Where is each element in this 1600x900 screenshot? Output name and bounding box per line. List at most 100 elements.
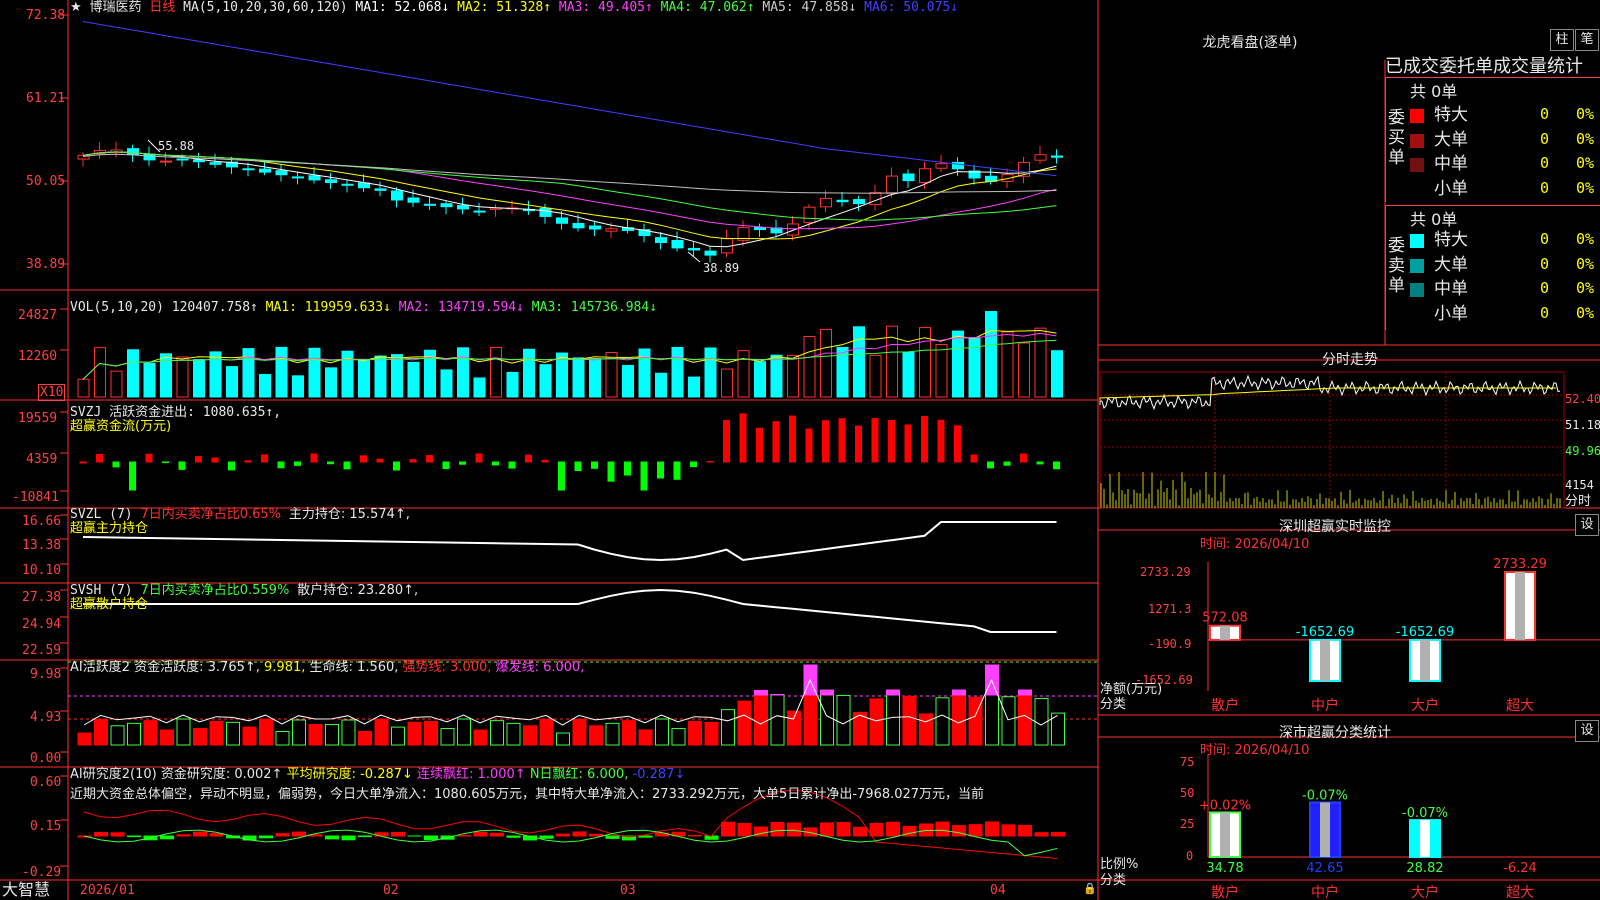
svzl-ytick-2: 13.38 (22, 538, 62, 553)
vol-ytick-1: 24827 (18, 308, 58, 323)
szc-cat-label: 分类 (1100, 873, 1127, 888)
main-ytick-2: 61.21 (26, 91, 66, 106)
sz-monitor-bar-2 (1309, 638, 1341, 682)
svsh-ytick-3: 22.59 (22, 643, 62, 658)
lock-icon[interactable]: 🔒 (1083, 881, 1097, 896)
sell-total: 共 0单 (1410, 210, 1458, 229)
svzj-bar-in (921, 415, 928, 463)
ai-active-bar-green (556, 732, 570, 746)
sz-class-value-label: 28.82 (1406, 861, 1443, 876)
x-label-jan: 2026/01 (80, 883, 135, 898)
sell-row-count: 0 (1540, 230, 1550, 248)
svzl-title: SVZL (7) (70, 507, 133, 522)
sz-class-setting-button[interactable]: 设 (1575, 720, 1599, 742)
sell-row-swatch (1410, 234, 1424, 248)
sz-monitor-date: 时间: 2026/04/10 (1200, 537, 1310, 552)
vol-ma1: MA1: 119959.633↓ (265, 300, 391, 315)
ai-research-bar (985, 821, 999, 837)
vol-bar-down (440, 369, 453, 398)
candle-body-down (589, 225, 601, 230)
ai-research-bar (94, 831, 108, 837)
ma-legend-item-3: MA3: 49.405↑ (551, 0, 653, 15)
vol-bar-down (127, 349, 139, 398)
ai-research-bar (770, 822, 785, 837)
low-mark-label: 38.89 (703, 261, 740, 275)
szc-ytick-3: 25 (1180, 817, 1195, 831)
vol-bar-down (209, 351, 222, 398)
sz-class-bar-shade (1320, 802, 1330, 857)
ai-research-bar (556, 833, 570, 837)
ai-research-bar (490, 832, 504, 837)
x-label-apr: 04 (990, 883, 1006, 898)
candle-body-down (127, 148, 139, 156)
svzj-bar-out (277, 461, 285, 469)
ai-active-bar-red (754, 689, 768, 746)
ai-research-bar (688, 834, 702, 837)
ai-active-bar-red (407, 721, 422, 746)
svzj-ytick-2: 4359 (26, 452, 58, 467)
svsh-hold: 散户持仓: 23.280↑, (297, 583, 419, 598)
main-header: ★ 博瑞医药 日线 MA(5,10,20,30,60,120) MA1: 52.… (70, 0, 958, 15)
ai-research-bar (358, 835, 372, 838)
buy-row-swatch (1410, 109, 1424, 123)
buy-row-pct: 0% (1576, 154, 1595, 172)
svsh-ytick-2: 24.94 (22, 617, 62, 632)
vol-bar-down (308, 347, 321, 398)
ai-research-bar (1034, 832, 1049, 837)
ai-active-bar-green (836, 694, 851, 746)
ai-active-v2: , 9.981, (255, 660, 306, 675)
ai-research-bar (935, 821, 950, 837)
ai-active-ytick-3: 0.00 (30, 751, 62, 766)
intraday-ytick-2: 51.18 (1565, 418, 1600, 432)
ai-active-bar-red (622, 720, 636, 746)
ma-legend-item-2: MA2: 51.328↑ (449, 0, 552, 15)
svzj-bar-in (789, 415, 796, 463)
ai-research-bar (127, 835, 141, 838)
svzl-subtitle: 超赢主力持仓 (70, 521, 149, 536)
ai-research-bar (589, 833, 603, 837)
ai-active-bar-red (94, 719, 108, 746)
ai-active-bar-red (77, 732, 92, 746)
svzj-bar-out (1036, 461, 1044, 465)
svzj-bar-in (475, 453, 483, 463)
candle-body-up (886, 175, 898, 194)
ai-research-header: AI研究度2(10) 资金研究度: 0.002↑ 平均研究度: -0.287↓ … (70, 767, 685, 782)
svzj-bar-in (409, 459, 417, 463)
szc-ytick-1: 75 (1180, 755, 1195, 769)
sz-class-change-label: -0.07% (1402, 806, 1448, 821)
svzl-ytick-1: 16.66 (22, 514, 62, 529)
ai-research-bar (869, 822, 884, 837)
sz-monitor-setting-button[interactable]: 设 (1575, 514, 1599, 536)
ai-research-bar (968, 824, 983, 837)
candle-body-down (440, 203, 453, 208)
svzj-bar-in (376, 458, 384, 463)
vol-bar-down (325, 367, 337, 398)
svzj-bar-in (1020, 453, 1027, 463)
vol-bar-down (143, 363, 156, 398)
svzj-bar-out (162, 461, 169, 464)
ai-active-bar-red (374, 718, 389, 746)
ai-active-bar-green (671, 728, 686, 746)
vol-ytick-2: 12260 (18, 349, 58, 364)
vol-value: 120407.758↑ (171, 300, 258, 315)
stock-name[interactable]: 博瑞医药 (89, 0, 141, 15)
svzj-bar-in (145, 453, 153, 463)
sell-row-pct: 0% (1576, 279, 1595, 297)
vol-bar-down (589, 358, 601, 398)
tab-column[interactable]: 柱 (1550, 29, 1574, 51)
ai-research-commentary: 近期大资金总体偏空，异动不明显，偏弱势，今日大单净流入：1080.605万元，其… (70, 787, 985, 802)
svzj-bar-in (838, 418, 846, 463)
sz-class-change-label: +0.02% (1199, 798, 1251, 813)
ai-research-bar (1001, 824, 1016, 837)
sz-class-bar-shade (1420, 820, 1430, 857)
tab-stroke[interactable]: 笔 (1575, 29, 1599, 51)
ai-active-bar-red (193, 728, 207, 746)
candle-body-down (325, 179, 337, 184)
candle-body-up (787, 223, 799, 236)
svzj-bar-out (508, 461, 516, 469)
svzj-bar-in (871, 418, 879, 463)
main-chart-canvas[interactable]: 572.08 散户 -1652.69 中户 -1652.69 大户 2733.29 超大 +0.… (0, 0, 1600, 900)
buy-row-name: 大单 (1434, 129, 1468, 150)
period-label[interactable]: 日线 (149, 0, 175, 15)
ai-research-bar (1018, 824, 1032, 837)
